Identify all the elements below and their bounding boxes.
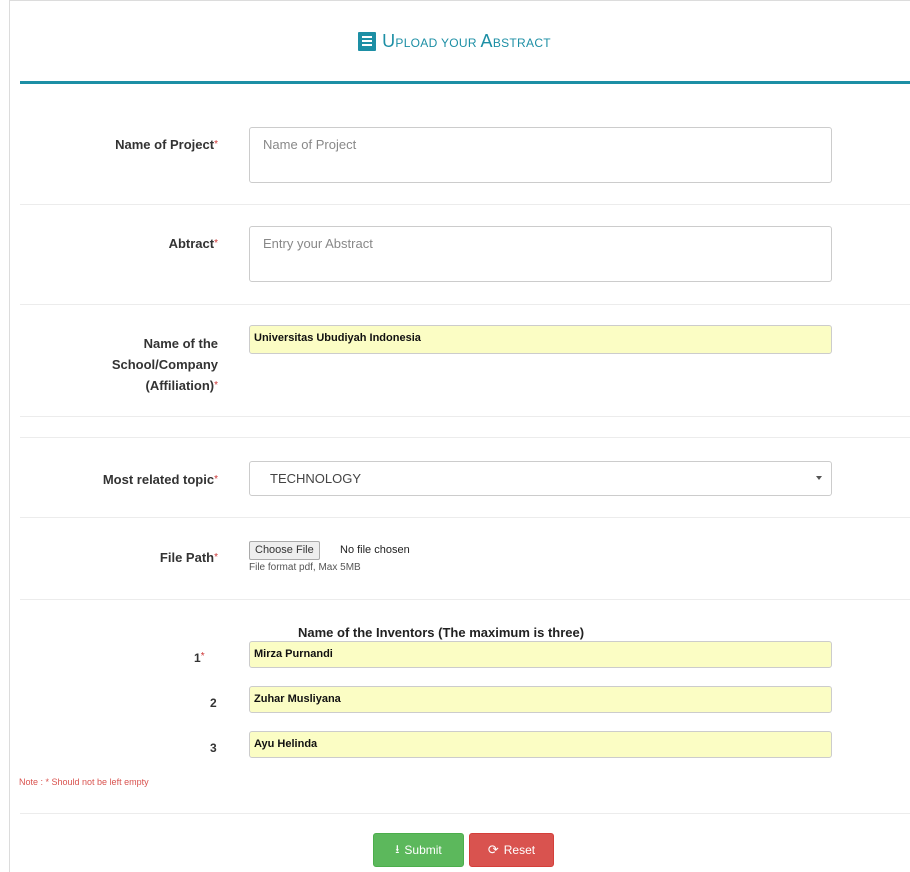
inventors-heading: Name of the Inventors (The maximum is th… [298, 625, 585, 640]
school-input[interactable]: Universitas Ubudiyah Indonesia [249, 325, 832, 354]
refresh-icon: ⟳ [487, 842, 499, 857]
inventor-3-input[interactable]: Ayu Helinda [249, 731, 832, 758]
divider [20, 517, 910, 518]
divider [20, 437, 910, 438]
inventor-3-number: 3 [210, 741, 217, 755]
topic-select[interactable]: TECHNOLOGY [249, 461, 832, 496]
topic-label: Most related topic* [102, 472, 218, 487]
divider [20, 813, 910, 814]
abstract-input[interactable]: Entry your Abstract [249, 226, 832, 282]
inventor-2-input[interactable]: Zuhar Musliyana [249, 686, 832, 713]
divider [20, 599, 910, 600]
submit-button[interactable]: ⭳ Submit [373, 833, 464, 867]
book-icon [358, 32, 377, 51]
form-header: Upload your Abstract [9, 0, 910, 83]
header-divider [20, 81, 910, 84]
file-hint: File format pdf, Max 5MB [249, 562, 361, 573]
inventor-2-number: 2 [210, 696, 217, 710]
project-label: Name of Project* [115, 137, 218, 152]
divider [20, 204, 910, 205]
dropdown-caret-icon [816, 476, 822, 480]
file-label: File Path* [159, 550, 218, 565]
divider [20, 416, 910, 417]
project-input[interactable]: Name of Project [249, 127, 832, 183]
page-title: Upload your Abstract [358, 31, 551, 52]
required-note: Note : * Should not be left empty [19, 777, 149, 787]
reset-button[interactable]: ⟳ Reset [469, 833, 554, 867]
choose-file-button[interactable]: Choose File [249, 541, 320, 560]
abstract-label: Abtract* [168, 236, 218, 251]
file-status: No file chosen [340, 544, 410, 556]
upload-icon: ⭳ [395, 841, 400, 856]
inventor-1-number: 1* [194, 651, 205, 665]
school-label: Name of the School/Company (Affiliation)… [111, 336, 218, 393]
inventor-1-input[interactable]: Mirza Purnandi [249, 641, 832, 668]
divider [20, 304, 910, 305]
